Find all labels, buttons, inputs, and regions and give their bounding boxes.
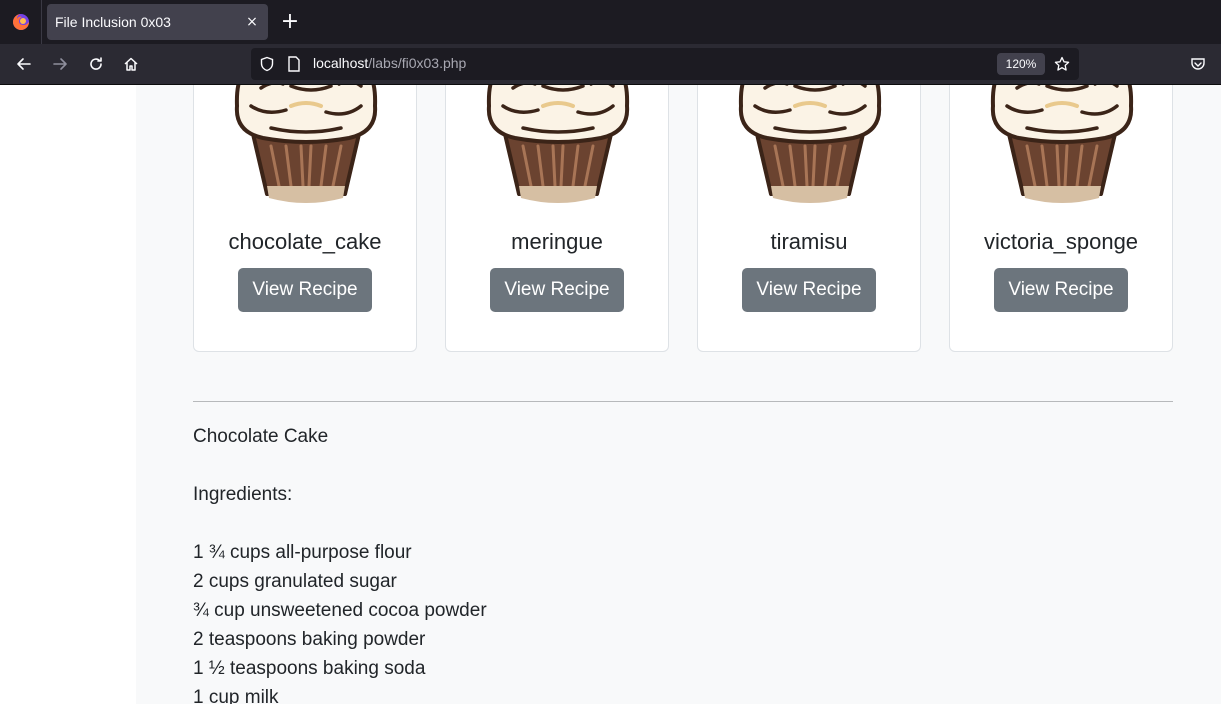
- home-icon[interactable]: [119, 52, 143, 76]
- card-title: victoria_sponge: [983, 229, 1139, 254]
- view-recipe-button[interactable]: View Recipe: [994, 268, 1128, 312]
- ingredient-item: 1 ¾ cups all-purpose flour: [193, 542, 412, 563]
- cupcake-image: [486, 85, 630, 203]
- navigation-bar: localhost/labs/fi0x03.php 120%: [0, 44, 1221, 85]
- pocket-icon[interactable]: [1186, 52, 1210, 76]
- shield-icon[interactable]: [259, 56, 275, 76]
- url-text[interactable]: localhost/labs/fi0x03.php: [313, 55, 466, 71]
- cupcake-image: [234, 85, 378, 203]
- close-tab-icon[interactable]: ×: [244, 14, 260, 30]
- recipe-title: Chocolate Cake: [193, 426, 329, 447]
- cupcake-image: [738, 85, 882, 203]
- card-title: chocolate_cake: [228, 229, 382, 254]
- recipe-card: tiramisu View Recipe: [697, 85, 921, 352]
- ingredient-item: ¾ cup unsweetened cocoa powder: [193, 600, 487, 621]
- card-title: meringue: [511, 229, 603, 254]
- new-tab-button[interactable]: +: [280, 11, 300, 33]
- ingredient-item: 2 cups granulated sugar: [193, 571, 397, 592]
- card-title: tiramisu: [770, 229, 848, 254]
- left-margin: [0, 85, 136, 704]
- url-path: /labs/fi0x03.php: [368, 55, 467, 71]
- bookmark-star-icon[interactable]: [1054, 56, 1070, 76]
- zoom-level-badge[interactable]: 120%: [997, 53, 1045, 75]
- recipe-card: chocolate_cake View Recipe: [193, 85, 417, 352]
- tab-bar: File Inclusion 0x03 × +: [0, 0, 1221, 44]
- ingredients-heading: Ingredients:: [193, 484, 293, 505]
- ingredient-item: 1 cup milk: [193, 687, 279, 704]
- main-content: chocolate_cake View Recipe meringue View R…: [136, 85, 1221, 704]
- recipe-card: meringue View Recipe: [445, 85, 669, 352]
- divider: [193, 401, 1173, 402]
- ingredient-item: 1 ½ teaspoons baking soda: [193, 658, 426, 679]
- firefox-icon[interactable]: [0, 0, 42, 44]
- reload-icon[interactable]: [84, 52, 108, 76]
- cupcake-image: [990, 85, 1134, 203]
- tab-title: File Inclusion 0x03: [55, 14, 171, 30]
- recipe-text: Chocolate Cake Ingredients: 1 ¾ cups all…: [193, 422, 1173, 704]
- page-icon[interactable]: [287, 56, 301, 76]
- page-viewport: chocolate_cake View Recipe meringue View R…: [0, 85, 1221, 704]
- forward-arrow-icon[interactable]: [48, 52, 72, 76]
- view-recipe-button[interactable]: View Recipe: [238, 268, 372, 312]
- view-recipe-button[interactable]: View Recipe: [742, 268, 876, 312]
- back-arrow-icon[interactable]: [12, 52, 36, 76]
- tab-active[interactable]: File Inclusion 0x03 ×: [47, 4, 268, 40]
- url-host: localhost: [313, 55, 369, 71]
- ingredients-list: 1 ¾ cups all-purpose flour 2 cups granula…: [193, 538, 1173, 704]
- ingredient-item: 2 teaspoons baking powder: [193, 629, 426, 650]
- view-recipe-button[interactable]: View Recipe: [490, 268, 624, 312]
- url-bar[interactable]: localhost/labs/fi0x03.php 120%: [251, 48, 1079, 80]
- recipe-card: victoria_sponge View Recipe: [949, 85, 1173, 352]
